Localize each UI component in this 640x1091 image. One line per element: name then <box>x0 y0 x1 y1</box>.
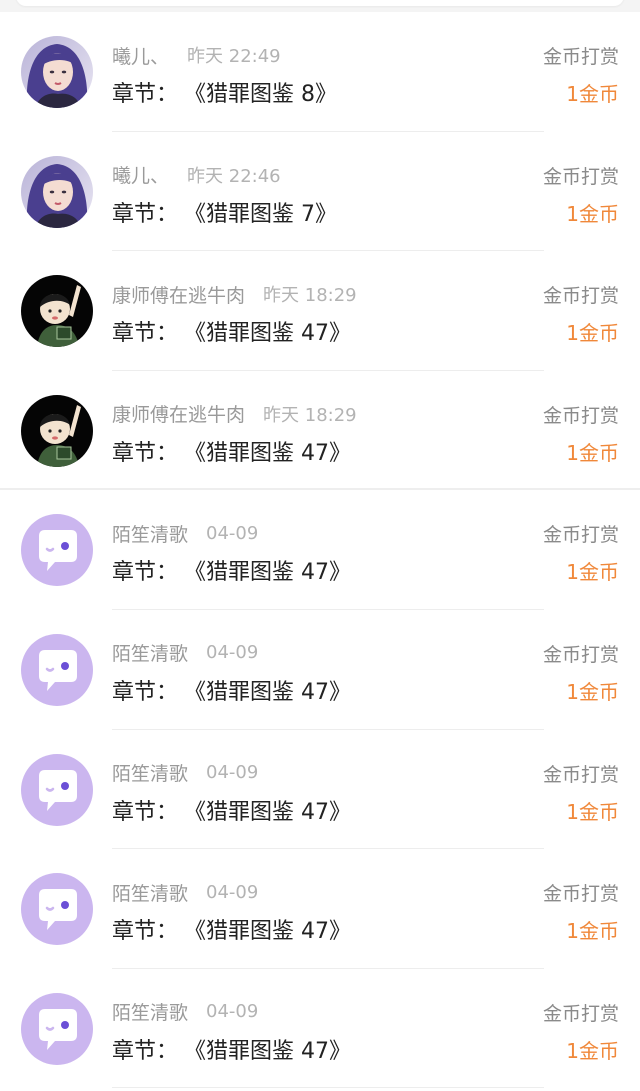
meta-line: 康师傅在逃牛肉 昨天 18:29 <box>112 281 357 307</box>
reward-list-screen: 曦儿、 昨天 22:49 章节： 《猎罪图鉴 8》 金币打赏 1金币 曦儿、 昨… <box>0 0 640 1091</box>
chapter-title: 《猎罪图鉴 47》 <box>184 560 352 586</box>
reward-amount: 1金币 <box>566 1038 619 1063</box>
default-chat-avatar[interactable] <box>21 633 93 706</box>
chapter-title: 《猎罪图鉴 8》 <box>184 82 338 107</box>
row-divider <box>112 1087 544 1089</box>
chapter-line: 章节： 《猎罪图鉴 47》 <box>112 554 351 586</box>
reward-amount: 1金币 <box>566 560 619 585</box>
reward-amount: 1金币 <box>566 679 619 704</box>
chapter-title: 《猎罪图鉴 47》 <box>184 1038 352 1064</box>
reward-time: 昨天 18:29 <box>263 285 357 307</box>
chapter-label: 章节： <box>112 321 179 347</box>
top-card-edge <box>0 0 640 12</box>
default-chat-avatar[interactable] <box>21 992 93 1065</box>
reward-time: 昨天 22:49 <box>187 46 281 67</box>
chapter-label: 章节： <box>112 82 179 107</box>
reward-type: 金币打赏 <box>542 643 619 666</box>
username[interactable]: 陌笙清歌 <box>112 639 188 666</box>
reward-row-7[interactable]: 陌笙清歌 04-09 章节： 《猎罪图鉴 47》 金币打赏 1金币 <box>0 730 640 850</box>
reward-time: 04-09 <box>206 1001 259 1023</box>
reward-amount: 1金币 <box>566 321 619 346</box>
chapter-label: 章节： <box>112 201 179 227</box>
reward-time: 04-09 <box>206 762 259 784</box>
reward-row-1[interactable]: 曦儿、 昨天 22:49 章节： 《猎罪图鉴 8》 金币打赏 1金币 <box>0 12 640 132</box>
chapter-label: 章节： <box>112 799 179 825</box>
reward-time: 04-09 <box>206 522 259 544</box>
chapter-title: 《猎罪图鉴 47》 <box>184 919 352 945</box>
reward-type: 金币打赏 <box>542 1002 619 1025</box>
girl-photo-avatar[interactable] <box>21 36 93 108</box>
reward-type: 金币打赏 <box>542 883 619 906</box>
girl-photo-avatar[interactable] <box>21 155 93 228</box>
chapter-line: 章节： 《猎罪图鉴 8》 <box>112 76 337 108</box>
chapter-title: 《猎罪图鉴 47》 <box>184 799 352 825</box>
username[interactable]: 康师傅在逃牛肉 <box>112 281 245 308</box>
chapter-line: 章节： 《猎罪图鉴 47》 <box>112 794 351 826</box>
chapter-line: 章节： 《猎罪图鉴 47》 <box>112 913 351 945</box>
reward-list: 曦儿、 昨天 22:49 章节： 《猎罪图鉴 8》 金币打赏 1金币 曦儿、 昨… <box>0 12 640 1089</box>
chapter-title: 《猎罪图鉴 7》 <box>184 201 338 227</box>
username[interactable]: 陌笙清歌 <box>112 520 188 547</box>
meta-line: 陌笙清歌 04-09 <box>112 640 258 666</box>
chapter-title: 《猎罪图鉴 47》 <box>184 679 352 705</box>
username[interactable]: 曦儿、 <box>112 161 169 188</box>
default-chat-avatar[interactable] <box>21 753 93 826</box>
username[interactable]: 曦儿、 <box>112 42 169 69</box>
reward-type: 金币打赏 <box>542 763 619 786</box>
chapter-line: 章节： 《猎罪图鉴 47》 <box>112 674 351 706</box>
cartoon-boy-avatar[interactable] <box>21 394 93 467</box>
reward-time: 昨天 18:29 <box>263 404 357 426</box>
chapter-line: 章节： 《猎罪图鉴 47》 <box>112 1033 351 1065</box>
chapter-line: 章节： 《猎罪图鉴 7》 <box>112 196 337 228</box>
reward-row-5[interactable]: 陌笙清歌 04-09 章节： 《猎罪图鉴 47》 金币打赏 1金币 <box>0 490 640 610</box>
chapter-title: 《猎罪图鉴 47》 <box>184 321 352 347</box>
reward-row-9[interactable]: 陌笙清歌 04-09 章节： 《猎罪图鉴 47》 金币打赏 1金币 <box>0 969 640 1089</box>
chapter-label: 章节： <box>112 1038 179 1064</box>
reward-row-4[interactable]: 康师傅在逃牛肉 昨天 18:29 章节： 《猎罪图鉴 47》 金币打赏 1金币 <box>0 371 640 491</box>
meta-line: 曦儿、 昨天 22:49 <box>112 42 281 68</box>
username[interactable]: 陌笙清歌 <box>112 759 188 786</box>
reward-time: 04-09 <box>206 881 259 903</box>
cartoon-boy-avatar[interactable] <box>21 275 93 348</box>
reward-amount: 1金币 <box>566 440 619 465</box>
username[interactable]: 陌笙清歌 <box>112 998 188 1025</box>
reward-amount: 1金币 <box>566 919 619 944</box>
chapter-label: 章节： <box>112 440 179 466</box>
chapter-label: 章节： <box>112 919 179 945</box>
previous-card-bottom <box>16 0 624 6</box>
meta-line: 曦儿、 昨天 22:46 <box>112 162 281 188</box>
reward-row-2[interactable]: 曦儿、 昨天 22:46 章节： 《猎罪图鉴 7》 金币打赏 1金币 <box>0 132 640 252</box>
reward-type: 金币打赏 <box>542 285 619 308</box>
reward-amount: 1金币 <box>566 799 619 824</box>
reward-row-6[interactable]: 陌笙清歌 04-09 章节： 《猎罪图鉴 47》 金币打赏 1金币 <box>0 610 640 730</box>
username[interactable]: 陌笙清歌 <box>112 879 188 906</box>
reward-amount: 1金币 <box>566 82 619 106</box>
chapter-title: 《猎罪图鉴 47》 <box>184 440 352 466</box>
username[interactable]: 康师傅在逃牛肉 <box>112 400 245 427</box>
reward-type: 金币打赏 <box>542 404 619 427</box>
reward-type: 金币打赏 <box>542 524 619 547</box>
chapter-label: 章节： <box>112 679 179 705</box>
chapter-line: 章节： 《猎罪图鉴 47》 <box>112 435 351 467</box>
chapter-label: 章节： <box>112 560 179 586</box>
default-chat-avatar[interactable] <box>21 514 93 587</box>
reward-row-3[interactable]: 康师傅在逃牛肉 昨天 18:29 章节： 《猎罪图鉴 47》 金币打赏 1金币 <box>0 251 640 371</box>
reward-amount: 1金币 <box>566 201 619 226</box>
reward-type: 金币打赏 <box>542 165 619 188</box>
default-chat-avatar[interactable] <box>21 873 93 946</box>
meta-line: 陌笙清歌 04-09 <box>112 999 258 1025</box>
reward-row-8[interactable]: 陌笙清歌 04-09 章节： 《猎罪图鉴 47》 金币打赏 1金币 <box>0 849 640 969</box>
chapter-line: 章节： 《猎罪图鉴 47》 <box>112 315 351 347</box>
meta-line: 陌笙清歌 04-09 <box>112 879 258 905</box>
reward-type: 金币打赏 <box>542 46 619 68</box>
reward-time: 04-09 <box>206 642 259 664</box>
meta-line: 陌笙清歌 04-09 <box>112 760 258 786</box>
reward-time: 昨天 22:46 <box>187 165 281 187</box>
meta-line: 陌笙清歌 04-09 <box>112 520 258 546</box>
meta-line: 康师傅在逃牛肉 昨天 18:29 <box>112 401 357 427</box>
